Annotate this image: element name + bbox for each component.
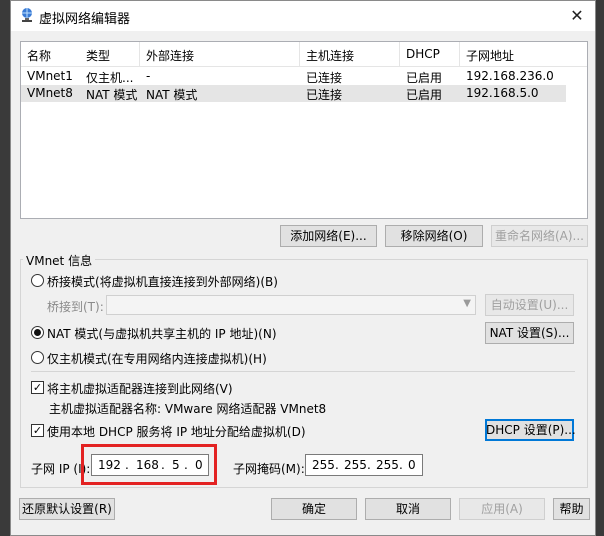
- divider: [31, 371, 575, 372]
- host-only-label[interactable]: 仅主机模式(在专用网络内连接虚拟机)(H): [47, 350, 267, 367]
- vmnet-info-label: VMnet 信息: [23, 252, 96, 269]
- cell-host: 已连接: [306, 71, 343, 85]
- cell-type: NAT 模式: [86, 88, 138, 102]
- network-list[interactable]: 名称 类型 外部连接 主机连接 DHCP 子网地址 VMnet1 仅主机... …: [20, 41, 588, 219]
- mask-octet: 255: [376, 458, 399, 472]
- column-separator: [299, 42, 300, 66]
- adapter-name-text: 主机虚拟适配器名称: VMware 网络适配器 VMnet8: [49, 402, 327, 416]
- column-separator: [459, 42, 460, 66]
- chevron-down-icon: ▼: [463, 298, 471, 309]
- bridge-to-select[interactable]: ▼: [106, 295, 476, 315]
- nat-settings-button[interactable]: NAT 设置(S)...: [485, 322, 574, 344]
- ip-dot: .: [335, 458, 339, 472]
- cancel-button[interactable]: 取消: [365, 498, 451, 520]
- connect-adapter-checkbox[interactable]: ✓: [31, 381, 44, 394]
- background-window-left: [0, 0, 10, 536]
- bridge-mode-label[interactable]: 桥接模式(将虚拟机直接连接到外部网络)(B): [47, 273, 278, 290]
- ip-dot: .: [367, 458, 371, 472]
- dhcp-settings-button[interactable]: DHCP 设置(P)...: [485, 419, 576, 441]
- subnet-mask-field[interactable]: 255 . 255 . 255 . 0: [305, 454, 423, 476]
- auto-settings-button[interactable]: 自动设置(U)...: [485, 294, 574, 316]
- nat-mode-radio[interactable]: [31, 326, 44, 339]
- network-row-vmnet8[interactable]: VMnet8 NAT 模式 NAT 模式 已连接 已启用 192.168.5.0: [21, 85, 566, 102]
- column-header-host[interactable]: 主机连接: [306, 47, 354, 64]
- network-globe-icon: [22, 8, 32, 22]
- column-header-subnet[interactable]: 子网地址: [466, 47, 514, 64]
- subnet-mask-label: 子网掩码(M):: [233, 462, 305, 476]
- bridge-mode-radio[interactable]: [31, 274, 44, 287]
- cell-external: -: [146, 69, 151, 83]
- list-header: 名称 类型 外部连接 主机连接 DHCP 子网地址: [21, 42, 587, 67]
- column-header-dhcp[interactable]: DHCP: [406, 47, 440, 61]
- mask-octet: 0: [408, 458, 416, 472]
- remove-network-button[interactable]: 移除网络(O): [385, 225, 483, 247]
- cell-dhcp: 已启用: [406, 71, 443, 85]
- add-network-button[interactable]: 添加网络(E)...: [280, 225, 377, 247]
- mask-octet: 255: [312, 458, 335, 472]
- connect-adapter-label[interactable]: 将主机虚拟适配器连接到此网络(V): [47, 380, 233, 397]
- mask-octet: 255: [344, 458, 367, 472]
- rename-network-button[interactable]: 重命名网络(A)...: [491, 225, 588, 247]
- cell-type: 仅主机...: [86, 71, 134, 85]
- ip-dot: .: [399, 458, 403, 472]
- ok-button[interactable]: 确定: [271, 498, 357, 520]
- use-dhcp-label[interactable]: 使用本地 DHCP 服务将 IP 地址分配给虚拟机(D): [47, 423, 306, 440]
- cell-external: NAT 模式: [146, 88, 198, 102]
- column-separator: [399, 42, 400, 66]
- use-dhcp-checkbox[interactable]: ✓: [31, 424, 44, 437]
- apply-button[interactable]: 应用(A): [459, 498, 545, 520]
- cell-host: 已连接: [306, 88, 343, 102]
- title-bar: 虚拟网络编辑器 ✕: [11, 1, 595, 31]
- window-title: 虚拟网络编辑器: [39, 12, 131, 27]
- column-separator: [139, 42, 140, 66]
- bridge-to-label: 桥接到(T):: [47, 300, 104, 314]
- host-only-radio[interactable]: [31, 351, 44, 364]
- annotation-highlight-box: [81, 444, 217, 485]
- column-header-external[interactable]: 外部连接: [146, 47, 194, 64]
- column-header-type[interactable]: 类型: [86, 47, 110, 64]
- network-row-vmnet1[interactable]: VMnet1 仅主机... - 已连接 已启用 192.168.236.0: [21, 68, 566, 85]
- help-button[interactable]: 帮助: [553, 498, 590, 520]
- cell-subnet: 192.168.236.0: [466, 69, 554, 83]
- cell-subnet: 192.168.5.0: [466, 86, 539, 100]
- cell-name: VMnet8: [27, 86, 73, 100]
- close-button[interactable]: ✕: [565, 5, 589, 27]
- cell-name: VMnet1: [27, 69, 73, 83]
- virtual-network-editor-dialog: 虚拟网络编辑器 ✕ 名称 类型 外部连接 主机连接 DHCP 子网地址 VMne…: [10, 0, 596, 536]
- cell-dhcp: 已启用: [406, 88, 443, 102]
- restore-defaults-button[interactable]: 还原默认设置(R): [19, 498, 115, 520]
- column-header-name[interactable]: 名称: [27, 47, 51, 64]
- nat-mode-label[interactable]: NAT 模式(与虚拟机共享主机的 IP 地址)(N): [47, 325, 277, 342]
